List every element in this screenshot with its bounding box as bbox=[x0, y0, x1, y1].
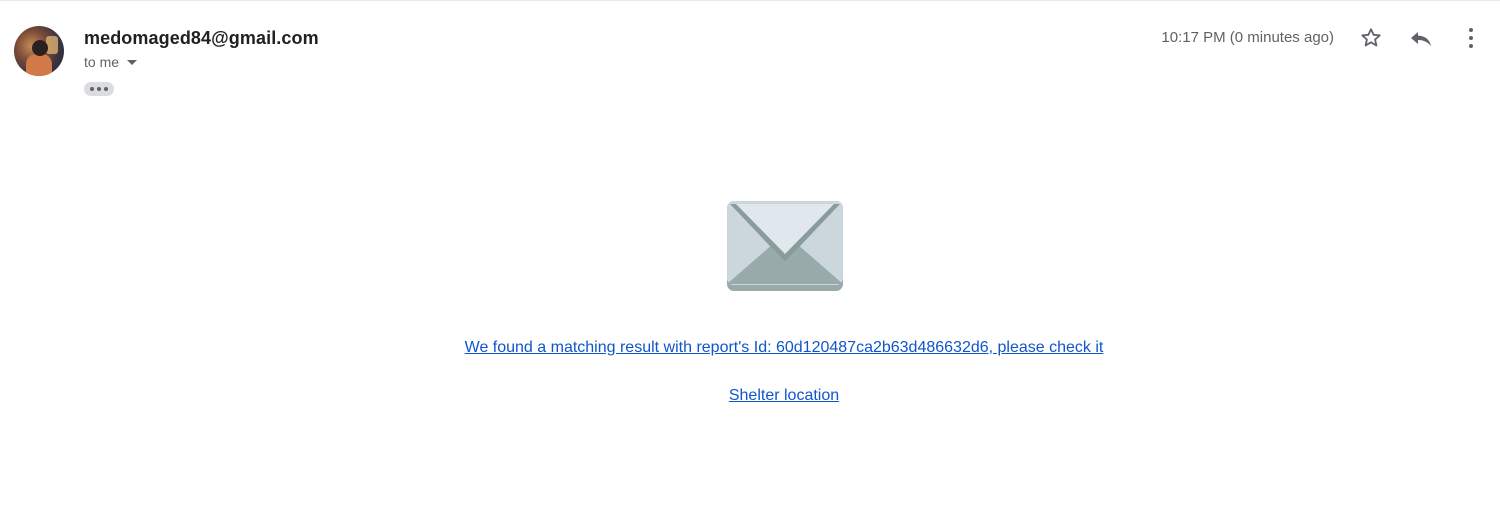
avatar-glow bbox=[46, 36, 58, 54]
top-divider bbox=[0, 0, 1500, 1]
shelter-location-link[interactable]: Shelter location bbox=[0, 387, 1500, 405]
sender-email[interactable]: medomaged84@gmail.com bbox=[84, 28, 319, 49]
ellipsis-dot bbox=[97, 87, 101, 91]
star-outline-icon bbox=[1361, 28, 1381, 47]
reply-button[interactable] bbox=[1405, 22, 1437, 54]
star-button[interactable] bbox=[1355, 22, 1387, 54]
email-timestamp: 10:17 PM (0 minutes ago) bbox=[1161, 29, 1334, 46]
reply-icon bbox=[1411, 32, 1431, 46]
sender-avatar[interactable] bbox=[14, 26, 64, 76]
avatar-head bbox=[32, 40, 48, 56]
avatar-body bbox=[26, 54, 52, 76]
more-vert-icon bbox=[1469, 28, 1473, 48]
more-options-button[interactable] bbox=[1455, 22, 1487, 54]
ellipsis-dot bbox=[90, 87, 94, 91]
ellipsis-dot bbox=[104, 87, 108, 91]
recipient-label: to me bbox=[84, 54, 120, 70]
recipient-dropdown[interactable]: to me bbox=[84, 54, 138, 70]
envelope-icon bbox=[727, 201, 843, 291]
show-trimmed-content-button[interactable] bbox=[84, 82, 114, 96]
matching-result-link[interactable]: We found a matching result with report's… bbox=[0, 339, 1500, 357]
chevron-down-icon bbox=[127, 59, 138, 65]
